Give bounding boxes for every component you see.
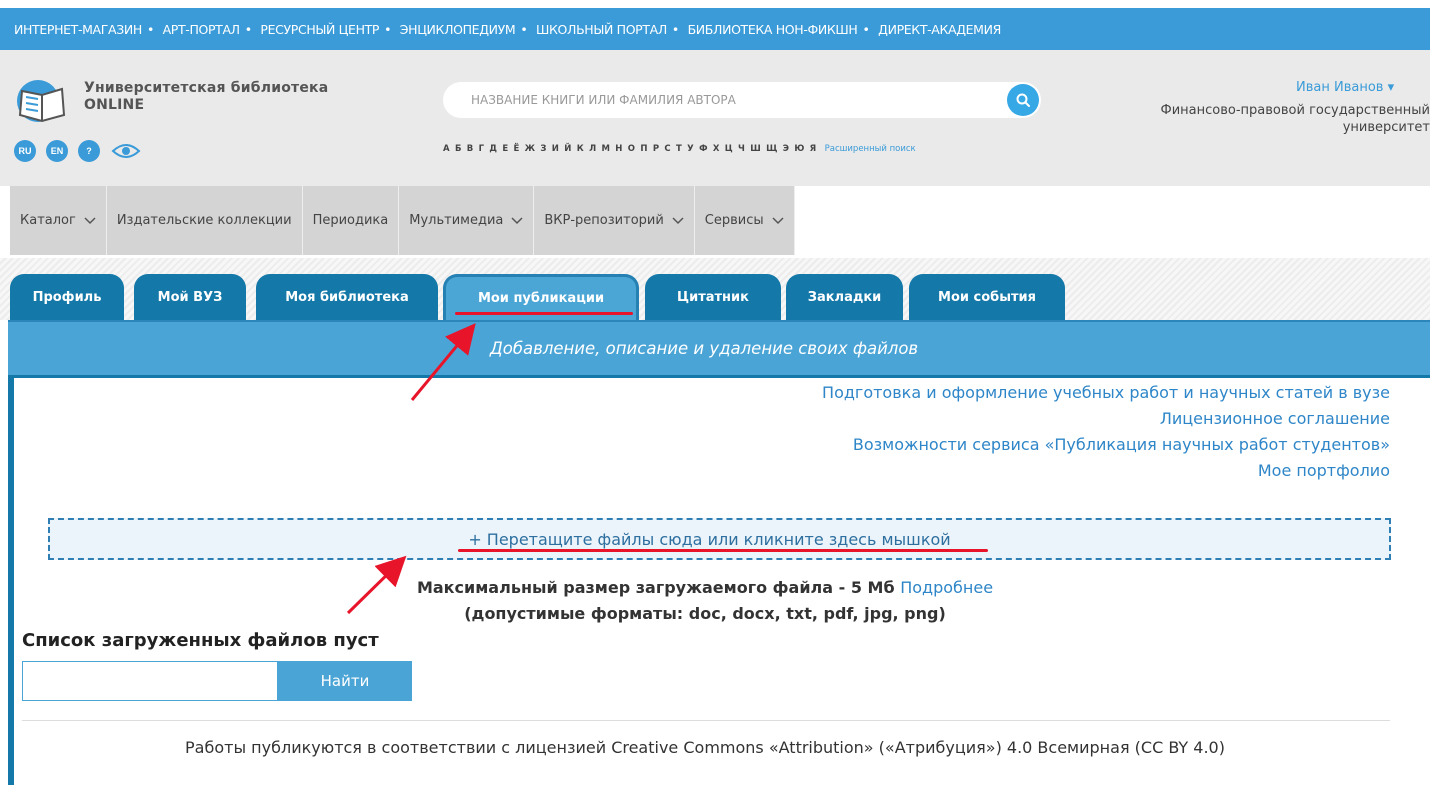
max-size-label: Максимальный размер загружаемого файла -… (416, 578, 895, 597)
section-header-text: Добавление, описание и удаление своих фа… (489, 339, 919, 358)
help-button[interactable]: ? (78, 140, 100, 162)
nav-item-label: Издательские коллекции (116, 213, 292, 228)
nav-item[interactable]: Мультимедиа (399, 186, 535, 255)
more-info-link[interactable]: Подробнее (900, 578, 993, 597)
tab-my-events[interactable]: Мои события (909, 274, 1065, 320)
nav-item-label: Сервисы (704, 213, 764, 228)
chevron-down-icon (672, 216, 684, 224)
link-license-agreement[interactable]: Лицензионное соглашение (822, 406, 1390, 432)
nav-item-label: Мультимедиа (409, 213, 504, 228)
search-button[interactable] (1007, 84, 1039, 116)
search-box (443, 82, 1041, 118)
link-preparation-guide[interactable]: Подготовка и оформление учебных работ и … (822, 380, 1390, 406)
tab-my-library[interactable]: Моя библиотека (256, 274, 438, 320)
nav-item[interactable]: Каталог (10, 186, 107, 255)
logo-line-2: ONLINE (84, 97, 145, 113)
portal-bar: ИНТЕРНЕТ-МАГАЗИН • АРТ-ПОРТАЛ • РЕСУРСНЫЙ … (0, 8, 1430, 50)
link-service-features[interactable]: Возможности сервиса «Публикация научных … (822, 432, 1390, 458)
nav-item[interactable]: Сервисы (694, 186, 795, 255)
tab-quotes[interactable]: Цитатник (645, 274, 781, 320)
nav-item-label: Каталог (20, 213, 76, 228)
lang-en-button[interactable]: EN (46, 140, 68, 162)
divider (22, 720, 1390, 721)
file-dropzone[interactable]: + Перетащите файлы сюда или кликните зде… (48, 518, 1391, 560)
logo-line-1: Университетская библиотека (84, 80, 329, 96)
logo-title[interactable]: Университетская библиотека ONLINE (84, 80, 328, 114)
portal-link[interactable]: ИНТЕРНЕТ-МАГАЗИН (14, 22, 142, 37)
book-logo-icon[interactable] (14, 77, 76, 125)
tab-bookmarks[interactable]: Закладки (786, 274, 903, 320)
help-links: Подготовка и оформление учебных работ и … (822, 380, 1390, 484)
alphabet-letters[interactable]: А Б В Г Д Е Ё Ж З И Й К Л М Н О П Р С Т … (443, 144, 817, 154)
annotation-underline (455, 312, 633, 315)
max-size-text: Максимальный размер загружаемого файла -… (0, 578, 1410, 597)
files-search-input[interactable] (22, 661, 278, 701)
chevron-down-icon (511, 216, 523, 224)
find-button[interactable]: Найти (278, 661, 412, 701)
search-input[interactable] (471, 82, 991, 118)
portal-link[interactable]: БИБЛИОТЕКА НОН-ФИКШН (688, 22, 858, 37)
site-header: Университетская библиотека ONLINE RU EN … (0, 50, 1430, 186)
tab-my-university[interactable]: Мой ВУЗ (134, 274, 246, 320)
user-menu[interactable]: Иван Иванов ▾ (1296, 80, 1394, 95)
portal-link[interactable]: ЭНЦИКЛОПЕДИУМ (400, 22, 516, 37)
portal-link[interactable]: ДИРЕКТ-АКАДЕМИЯ (878, 22, 1001, 37)
portal-links: ИНТЕРНЕТ-МАГАЗИН • АРТ-ПОРТАЛ • РЕСУРСНЫЙ … (14, 21, 1001, 37)
university-name: Финансово-правовой государственный униве… (1160, 103, 1430, 135)
annotation-underline (458, 549, 988, 552)
allowed-formats: (допустимые форматы: doc, docx, txt, pdf… (464, 604, 946, 623)
nav-item-label: ВКР-репозиторий (544, 213, 664, 228)
chevron-down-icon (772, 216, 784, 224)
nav-item-label: Периодика (312, 213, 389, 228)
eye-icon[interactable] (110, 140, 142, 162)
language-switcher: RU EN ? (14, 140, 142, 162)
portal-link[interactable]: АРТ-ПОРТАЛ (163, 22, 240, 37)
dropzone-label: + Перетащите файлы сюда или кликните зде… (468, 529, 951, 549)
search-icon (1016, 93, 1030, 107)
main-nav: Каталог Издательские коллекции Периодика Му… (0, 186, 1430, 258)
section-header: Добавление, описание и удаление своих фа… (8, 320, 1430, 375)
chevron-down-icon (84, 216, 96, 224)
lang-ru-button[interactable]: RU (14, 140, 36, 162)
license-text: Работы публикуются в соответствии с лице… (185, 738, 1225, 757)
portal-link[interactable]: РЕСУРСНЫЙ ЦЕНТР (260, 22, 379, 37)
nav-item[interactable]: Издательские коллекции (106, 186, 303, 255)
nav-item[interactable]: Периодика (302, 186, 400, 255)
link-portfolio[interactable]: Мое портфолио (822, 458, 1390, 484)
advanced-search-link[interactable]: Расширенный поиск (825, 144, 916, 154)
nav-item[interactable]: ВКР-репозиторий (534, 186, 695, 255)
tab-profile[interactable]: Профиль (10, 274, 124, 320)
files-list-empty-title: Список загруженных файлов пуст (22, 630, 379, 651)
alphabet-index[interactable]: А Б В Г Д Е Ё Ж З И Й К Л М Н О П Р С Т … (443, 144, 916, 154)
portal-link[interactable]: ШКОЛЬНЫЙ ПОРТАЛ (536, 22, 667, 37)
